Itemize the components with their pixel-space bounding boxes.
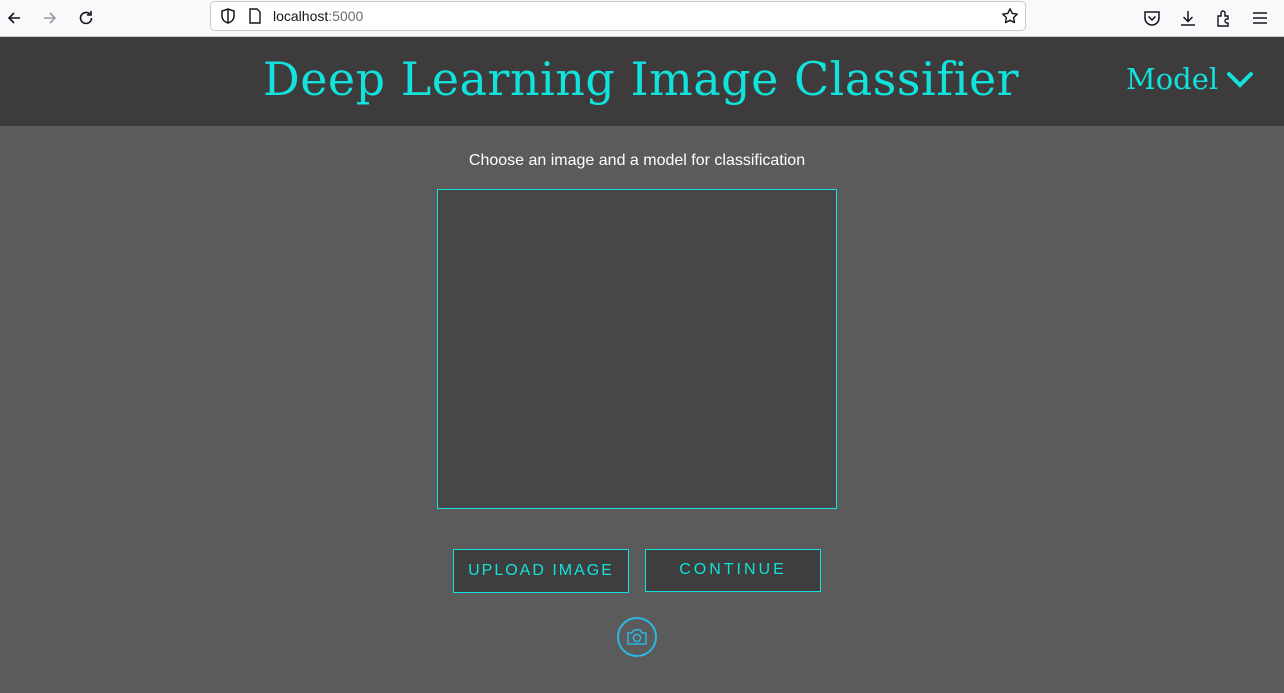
downloads-button[interactable] — [1175, 5, 1201, 31]
app-menu-button[interactable] — [1247, 5, 1273, 31]
back-arrow-icon — [7, 12, 20, 24]
extensions-icon — [1217, 10, 1229, 27]
image-preview-area — [437, 189, 837, 509]
download-icon — [1181, 11, 1195, 26]
pocket-button[interactable] — [1139, 5, 1165, 31]
page-title: Deep Learning Image Classifier — [0, 52, 1284, 106]
shield-icon[interactable] — [219, 7, 237, 25]
chevron-down-icon — [1227, 72, 1254, 88]
forward-arrow-icon — [44, 12, 57, 24]
menu-icon — [1253, 12, 1267, 24]
address-bar[interactable]: localhost:5000 — [210, 1, 1026, 31]
reload-button[interactable] — [72, 4, 100, 32]
url-text[interactable]: localhost:5000 — [273, 8, 363, 24]
page-title-text: Deep Learning Image Classifier — [262, 52, 1020, 106]
continue-button[interactable]: CONTINUE — [645, 549, 821, 592]
upload-image-button[interactable]: UPLOAD IMAGE — [453, 549, 629, 593]
page-icon — [249, 8, 261, 24]
forward-button[interactable] — [36, 4, 64, 32]
bookmark-star-icon[interactable] — [1001, 7, 1019, 25]
instruction-text: Choose an image and a model for classifi… — [468, 152, 806, 169]
url-host: localhost — [273, 8, 329, 24]
camera-button[interactable] — [617, 617, 657, 657]
browser-toolbar: localhost:5000 — [0, 0, 1284, 37]
back-button[interactable] — [0, 4, 28, 32]
model-dropdown[interactable]: Model — [1126, 62, 1254, 96]
reload-icon — [79, 11, 93, 25]
pocket-icon — [1144, 11, 1160, 26]
camera-icon — [627, 629, 647, 645]
extensions-button[interactable] — [1211, 5, 1237, 31]
url-port: :5000 — [328, 8, 364, 24]
model-dropdown-label: Model — [1126, 62, 1219, 96]
